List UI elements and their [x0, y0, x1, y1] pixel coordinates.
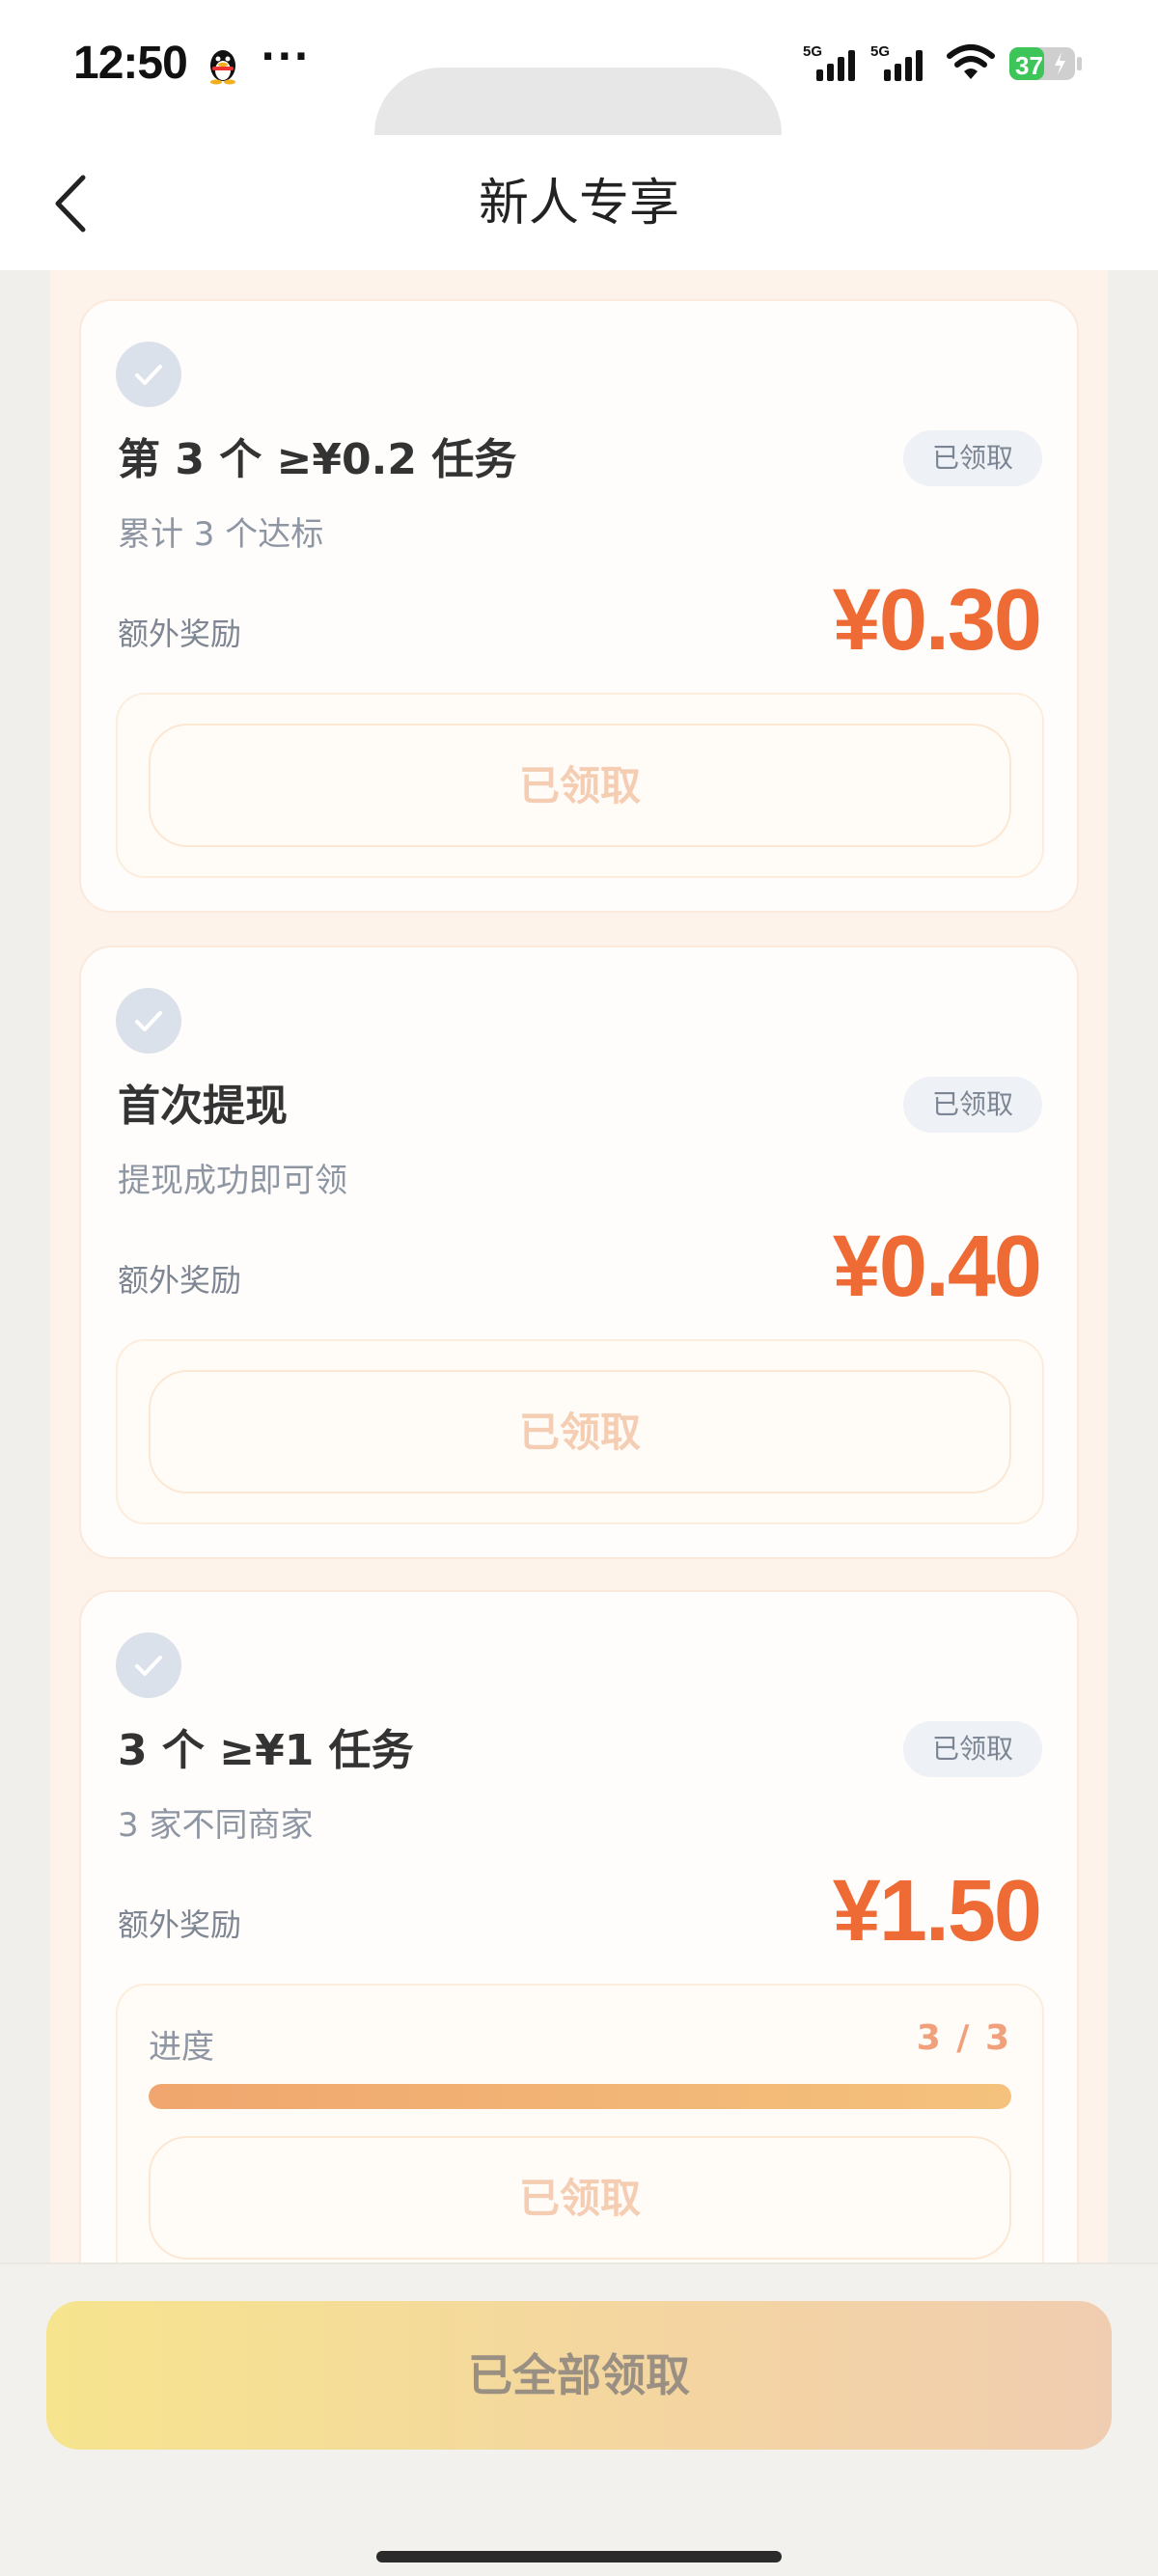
task-subtitle: 提现成功即可领	[118, 1162, 347, 1200]
signal-label-2: 5G	[870, 43, 890, 60]
status-time: 12:50	[73, 38, 188, 89]
progress-label: 进度	[149, 2028, 214, 2067]
check-icon	[116, 342, 181, 407]
task-title: 3 个 ≥¥1 任务	[118, 1726, 414, 1775]
battery-icon: 37	[1009, 47, 1082, 80]
page-title: 新人专享	[478, 175, 679, 233]
nav-bar: 新人专享	[0, 135, 1158, 270]
claim-button[interactable]: 已领取	[149, 1370, 1011, 1494]
wifi-icon	[947, 44, 995, 79]
claim-all-button[interactable]: 已全部领取	[46, 2301, 1112, 2450]
task-title: 第 3 个 ≥¥0.2 任务	[118, 435, 517, 484]
task-list-scroll[interactable]: 第 3 个 ≥¥0.2 任务 已领取 累计 3 个达标 额外奖励 ¥0.30 已…	[0, 270, 1158, 2262]
task-card: 第 3 个 ≥¥0.2 任务 已领取 累计 3 个达标 额外奖励 ¥0.30 已…	[79, 299, 1079, 913]
home-indicator[interactable]	[376, 2551, 782, 2562]
more-notifications-icon: ···	[261, 35, 311, 79]
status-badge: 已领取	[903, 1077, 1042, 1133]
progress-value: 3 / 3	[916, 2018, 1011, 2058]
battery-level: 37	[1015, 51, 1043, 80]
status-badge: 已领取	[903, 430, 1042, 486]
bottom-bar: 已全部领取	[0, 2262, 1158, 2576]
qq-penguin-icon	[210, 50, 235, 85]
task-card: 3 个 ≥¥1 任务 已领取 3 家不同商家 额外奖励 ¥1.50 进度 3 /…	[79, 1590, 1079, 2262]
reward-label: 额外奖励	[118, 1906, 242, 1943]
reward-amount: ¥0.40	[832, 1219, 1042, 1315]
signal-icon: 5G	[803, 43, 855, 81]
reward-label: 额外奖励	[118, 1262, 242, 1299]
claim-button[interactable]: 已领取	[149, 2136, 1011, 2260]
signal-icon: 5G	[870, 43, 923, 81]
status-bar: 12:50 ··· 5G 5G 37	[0, 0, 1158, 201]
signal-label-1: 5G	[803, 43, 822, 60]
claim-box: 进度 3 / 3 已领取	[116, 1984, 1044, 2262]
claim-box: 已领取	[116, 1339, 1044, 1524]
claim-button[interactable]: 已领取	[149, 724, 1011, 847]
task-subtitle: 3 家不同商家	[118, 1806, 314, 1845]
check-icon	[116, 1632, 181, 1698]
reward-label: 额外奖励	[118, 616, 242, 652]
task-title: 首次提现	[118, 1082, 288, 1131]
status-badge: 已领取	[903, 1721, 1042, 1777]
reward-amount: ¥1.50	[832, 1863, 1042, 1959]
progress-fill	[149, 2084, 1011, 2109]
check-icon	[116, 988, 181, 1054]
reward-amount: ¥0.30	[832, 572, 1042, 669]
progress-bar	[149, 2084, 1011, 2109]
task-card: 首次提现 已领取 提现成功即可领 额外奖励 ¥0.40 已领取	[79, 945, 1079, 1559]
task-subtitle: 累计 3 个达标	[118, 515, 324, 554]
claim-box: 已领取	[116, 693, 1044, 878]
